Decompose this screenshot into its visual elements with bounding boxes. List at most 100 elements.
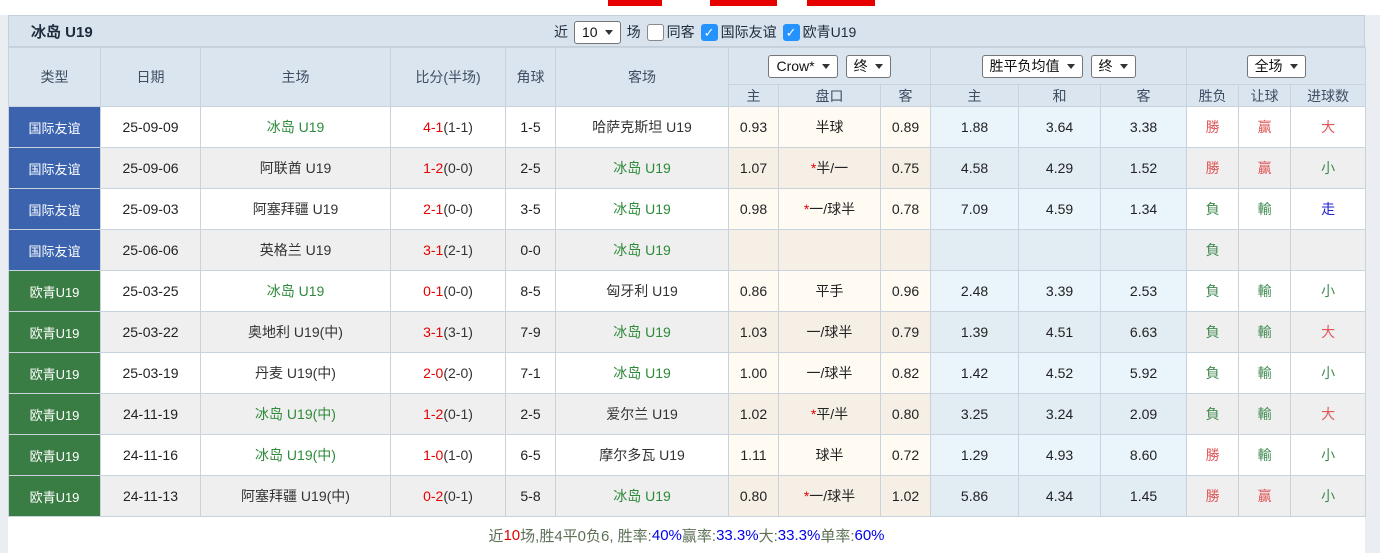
euro-draw-odds: 3.39	[1018, 270, 1102, 312]
away-team: 冰岛 U19	[555, 188, 729, 230]
result-handicap: 輸	[1238, 352, 1292, 394]
asian-away-odds: 0.78	[879, 188, 932, 230]
asian-away-odds: 0.72	[879, 434, 932, 476]
match-row: 欧青U19 24-11-13 阿塞拜疆 U19(中) 0-2(0-1) 5-8 冰岛 U1…	[8, 475, 1367, 517]
friendly-checkbox[interactable]: ✓	[700, 23, 718, 41]
chevron-down-icon	[874, 63, 883, 69]
home-team: 阿联酋 U19	[200, 147, 391, 189]
match-row: 欧青U19 25-03-19 丹麦 U19(中) 2-0(2-0) 7-1 冰岛 U19 1…	[8, 352, 1367, 394]
match-history-table: 类型 日期 主场 比分(半场) 角球 客场 Crow* 终 胜平负均值 终 全场…	[8, 47, 1367, 517]
result-goals: 小	[1290, 434, 1367, 476]
euro-draw-odds: 4.59	[1018, 188, 1102, 230]
top-tab-indicator	[608, 0, 662, 6]
asian-handicap: 平手	[778, 270, 881, 312]
same-away-checkbox[interactable]	[646, 23, 664, 41]
bookmaker-select[interactable]: Crow*	[768, 54, 838, 78]
top-tab-indicator	[710, 0, 777, 6]
asian-home-odds	[728, 229, 779, 271]
result-winloss: 勝	[1186, 147, 1240, 189]
result-handicap: 輸	[1238, 270, 1292, 312]
match-type: 欧青U19	[8, 393, 101, 435]
match-date: 25-03-25	[100, 270, 201, 312]
euro-away-odds	[1100, 229, 1188, 271]
match-type: 欧青U19	[8, 311, 101, 353]
match-type: 国际友谊	[8, 147, 101, 189]
result-goals: 走	[1290, 188, 1367, 230]
score: 4-1(1-1)	[390, 106, 506, 148]
euro-odds-group-header: 胜平负均值 终	[930, 47, 1188, 85]
match-date: 25-06-06	[100, 229, 201, 271]
away-team: 哈萨克斯坦 U19	[555, 106, 729, 148]
match-date: 25-09-06	[100, 147, 201, 189]
away-team: 冰岛 U19	[555, 475, 729, 517]
euro-final-select[interactable]: 终	[1090, 54, 1136, 78]
score: 1-2(0-1)	[390, 393, 506, 435]
corner-score: 1-5	[505, 106, 556, 148]
same-away-filter[interactable]: 同客	[646, 22, 695, 42]
score: 1-0(1-0)	[390, 434, 506, 476]
summary-segment: 大:	[758, 527, 778, 545]
sub-header-euro-draw: 和	[1018, 84, 1102, 107]
full-match-select[interactable]: 全场	[1246, 54, 1306, 78]
euro-u19-checkbox[interactable]: ✓	[782, 23, 800, 41]
euro-odds-select[interactable]: 胜平负均值	[981, 54, 1083, 78]
euro-home-odds: 4.58	[930, 147, 1020, 189]
match-type: 国际友谊	[8, 188, 101, 230]
asian-away-odds: 0.79	[879, 311, 932, 353]
asian-home-odds: 0.93	[728, 106, 779, 148]
match-date: 25-03-22	[100, 311, 201, 353]
euro-home-odds	[930, 229, 1020, 271]
asian-handicap: *平/半	[778, 393, 881, 435]
friendly-filter[interactable]: ✓ 国际友谊	[700, 22, 777, 42]
home-team: 冰岛 U19(中)	[200, 393, 391, 435]
match-row: 国际友谊 25-09-09 冰岛 U19 4-1(1-1) 1-5 哈萨克斯坦 U19 0.…	[8, 106, 1367, 148]
corner-score: 6-5	[505, 434, 556, 476]
result-handicap: 輸	[1238, 393, 1292, 435]
summary-segment: 40%	[651, 526, 682, 544]
euro-draw-odds: 4.34	[1018, 475, 1102, 517]
result-handicap: 輸	[1238, 434, 1292, 476]
result-winloss: 負	[1186, 188, 1240, 230]
euro-home-odds: 1.42	[930, 352, 1020, 394]
asian-away-odds	[879, 229, 932, 271]
result-handicap	[1238, 229, 1292, 271]
home-team: 冰岛 U19(中)	[200, 434, 391, 476]
away-team: 爱尔兰 U19	[555, 393, 729, 435]
result-goals: 大	[1290, 106, 1367, 148]
match-row: 国际友谊 25-09-03 阿塞拜疆 U19 2-1(0-0) 3-5 冰岛 U19 0.9…	[8, 188, 1367, 230]
chevron-down-icon	[821, 63, 830, 69]
asian-away-odds: 0.89	[879, 106, 932, 148]
euro-home-odds: 2.48	[930, 270, 1020, 312]
col-header-corner: 角球	[505, 47, 556, 107]
result-handicap: 輸	[1238, 311, 1292, 353]
away-team: 冰岛 U19	[555, 147, 729, 189]
asian-away-odds: 0.96	[879, 270, 932, 312]
sub-header-euro-home: 主	[930, 84, 1020, 107]
score: 3-1(3-1)	[390, 311, 506, 353]
result-winloss: 負	[1186, 352, 1240, 394]
result-goals: 大	[1290, 393, 1367, 435]
euro-draw-odds: 4.51	[1018, 311, 1102, 353]
recent-label: 近	[554, 24, 568, 40]
asian-final-select[interactable]: 终	[845, 54, 891, 78]
result-goals: 小	[1290, 147, 1367, 189]
euro-away-odds: 1.34	[1100, 188, 1188, 230]
corner-score: 2-5	[505, 147, 556, 189]
summary-segment: 单率:	[820, 527, 855, 545]
away-team: 匈牙利 U19	[555, 270, 729, 312]
home-team: 英格兰 U19	[200, 229, 391, 271]
score: 1-2(0-0)	[390, 147, 506, 189]
asian-home-odds: 0.86	[728, 270, 779, 312]
euro-away-odds: 6.63	[1100, 311, 1188, 353]
asian-home-odds: 1.03	[728, 311, 779, 353]
euro-u19-filter[interactable]: ✓ 欧青U19	[782, 22, 856, 42]
summary-segment: 60%	[854, 526, 885, 544]
filter-bar: 近 10 场 同客 ✓ 国际友谊 ✓ 欧青U19	[554, 16, 856, 48]
asian-handicap: 半球	[778, 106, 881, 148]
result-winloss: 勝	[1186, 106, 1240, 148]
euro-home-odds: 1.39	[930, 311, 1020, 353]
same-away-label: 同客	[666, 24, 695, 40]
asian-home-odds: 1.00	[728, 352, 779, 394]
recent-count-select[interactable]: 10	[574, 20, 621, 44]
euro-draw-odds	[1018, 229, 1102, 271]
